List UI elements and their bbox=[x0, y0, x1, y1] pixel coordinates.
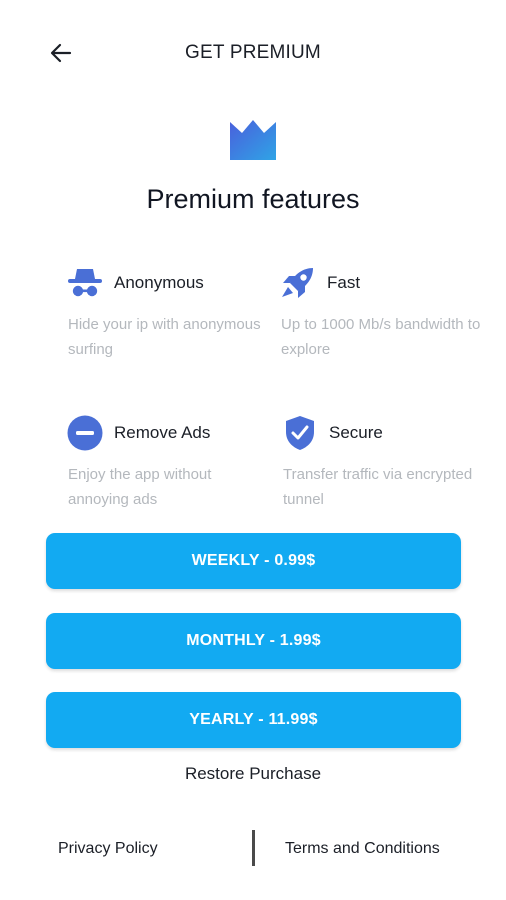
rocket-icon bbox=[279, 264, 317, 302]
shield-check-icon bbox=[281, 414, 319, 452]
restore-purchase-link[interactable]: Restore Purchase bbox=[0, 764, 506, 784]
feature-description: Transfer traffic via encrypted tunnel bbox=[283, 466, 473, 508]
feature-description: Enjoy the app without annoying ads bbox=[68, 466, 212, 508]
crown-icon bbox=[226, 118, 280, 164]
weekly-plan-button[interactable]: WEEKLY - 0.99$ bbox=[46, 533, 461, 589]
app-header: GET PREMIUM bbox=[0, 0, 506, 106]
privacy-policy-link[interactable]: Privacy Policy bbox=[58, 840, 158, 858]
feature-name: Fast bbox=[327, 273, 361, 292]
yearly-plan-button[interactable]: YEARLY - 11.99$ bbox=[46, 692, 461, 748]
footer-divider bbox=[252, 830, 255, 866]
feature-description: Hide your ip with anonymous surfing bbox=[68, 316, 261, 358]
minus-circle-icon bbox=[66, 414, 104, 452]
feature-description: Up to 1000 Mb/s bandwidth to explore bbox=[281, 316, 481, 358]
features-heading: Premium features bbox=[146, 184, 360, 214]
terms-link[interactable]: Terms and Conditions bbox=[285, 840, 440, 858]
monthly-plan-button[interactable]: MONTHLY - 1.99$ bbox=[46, 613, 461, 669]
incognito-icon bbox=[66, 264, 104, 302]
footer: Privacy Policy Terms and Conditions bbox=[0, 818, 506, 878]
feature-name: Anonymous bbox=[114, 273, 204, 292]
page-title: GET PREMIUM bbox=[185, 42, 321, 63]
feature-name: Remove Ads bbox=[114, 423, 211, 442]
feature-name: Secure bbox=[329, 423, 383, 442]
